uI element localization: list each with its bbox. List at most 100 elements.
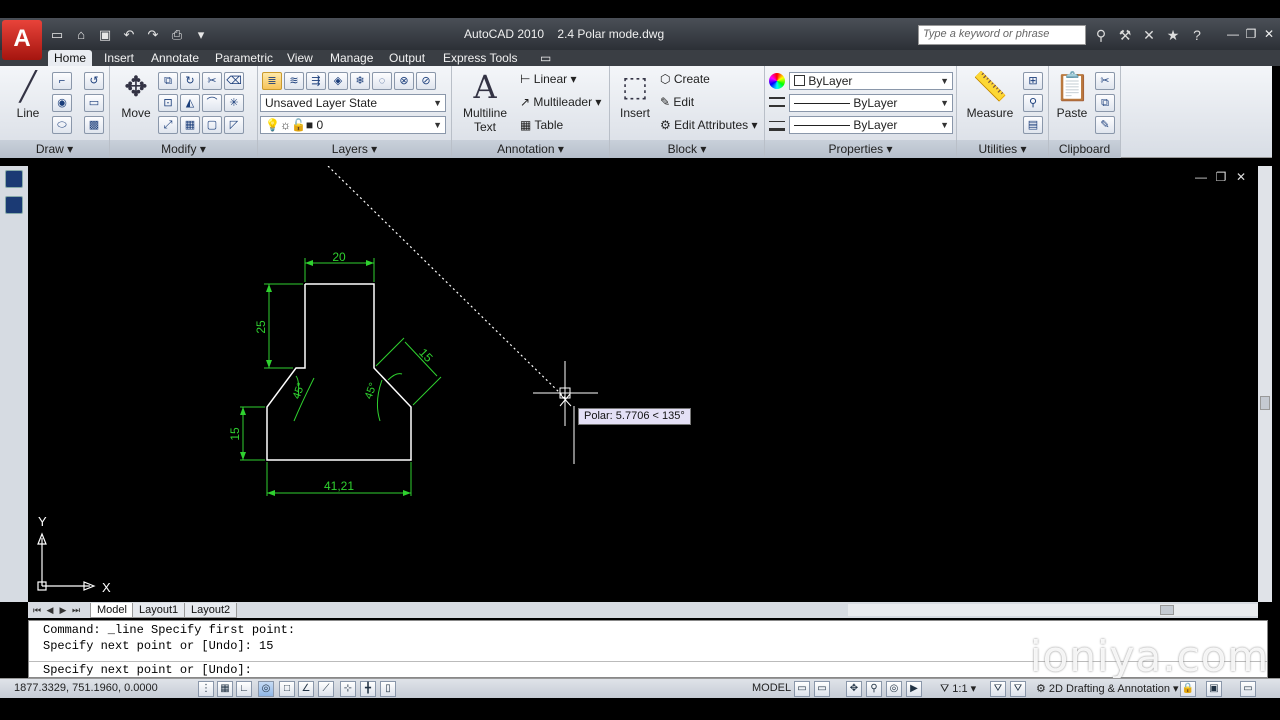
quick-properties-icon[interactable]: ▯ [380, 681, 396, 697]
close-x-icon[interactable]: ✕ [1138, 25, 1160, 45]
prev-layout-icon[interactable]: ◀ [45, 604, 55, 616]
color-dropdown[interactable]: ByLayer ▼ [789, 72, 953, 90]
qat-dropdown-icon[interactable]: ▾ [190, 25, 212, 45]
tab-home[interactable]: Home [48, 50, 93, 66]
dynamic-input-icon[interactable]: ⊹ [340, 681, 356, 697]
insert-block-button[interactable]: ⬚ Insert [616, 70, 654, 120]
application-menu-button[interactable]: A [2, 20, 42, 60]
copy-icon[interactable]: ⧉ [158, 72, 178, 90]
restore-icon[interactable]: ❐ [1244, 25, 1258, 43]
layout-tab-layout2[interactable]: Layout2 [184, 603, 238, 618]
paste-button[interactable]: 📋 Paste [1055, 70, 1090, 120]
explode-icon[interactable]: ✳ [224, 94, 244, 112]
edit-block-button[interactable]: ✎ Edit [660, 95, 694, 109]
tab-output[interactable]: Output [383, 50, 431, 66]
close-window-icon[interactable]: ✕ [1262, 25, 1276, 43]
layers-panel-label[interactable]: Layers ▾ [258, 140, 451, 158]
match-properties-icon[interactable]: ✎ [1095, 116, 1115, 134]
vertical-scroll-thumb[interactable] [1260, 396, 1270, 410]
rotate-arc-icon[interactable]: ↺ [84, 72, 104, 90]
layer-isolate-icon[interactable]: ◈ [328, 72, 348, 90]
tab-annotate[interactable]: Annotate [145, 50, 205, 66]
chamfer-icon[interactable]: ◸ [224, 116, 244, 134]
layout-tab-model[interactable]: Model [90, 603, 134, 618]
lock-icon[interactable]: 🔒 [1180, 681, 1196, 697]
modify-panel-label[interactable]: Modify ▾ [110, 140, 257, 158]
multiline-text-button[interactable]: A Multiline Text [460, 70, 510, 134]
steering-wheel-icon[interactable]: ◎ [886, 681, 902, 697]
vertical-scrollbar[interactable] [1258, 166, 1272, 602]
layer-previous-icon[interactable]: ≋ [284, 72, 304, 90]
snap-mode-icon[interactable]: ⋮ [198, 681, 214, 697]
help-icon[interactable]: ? [1186, 25, 1208, 45]
object-snap-icon[interactable]: □ [279, 681, 295, 697]
edit-attributes-button[interactable]: ⚙ Edit Attributes ▾ [660, 118, 758, 132]
linetype-dropdown[interactable]: ByLayer ▼ [789, 94, 953, 112]
draw-panel-label[interactable]: Draw ▾ [0, 140, 109, 158]
layer-properties-icon[interactable]: ≣ [262, 72, 282, 90]
quick-select-icon[interactable]: ⚲ [1023, 94, 1043, 112]
quick-calc-icon[interactable]: ⊞ [1023, 72, 1043, 90]
undo-icon[interactable]: ↶ [118, 25, 140, 45]
horizontal-scroll-thumb[interactable] [1160, 605, 1174, 615]
erase-icon[interactable]: ⌫ [224, 72, 244, 90]
tab-express-tools[interactable]: Express Tools [437, 50, 523, 66]
drawing-area[interactable]: — ❐ ✕ 20 25 15 41,21 15 45° 45° Y X Pola… [28, 166, 1258, 602]
circle-icon[interactable]: ◉ [52, 94, 72, 112]
annotation-scale[interactable]: ⛛ 1:1 ▾ [940, 682, 976, 696]
hatch-icon[interactable]: ▩ [84, 116, 104, 134]
plot-icon[interactable]: ⎙ [166, 25, 188, 45]
search-input[interactable]: Type a keyword or phrase [918, 25, 1086, 45]
quick-view-layouts-icon[interactable]: ▭ [794, 681, 810, 697]
polar-tracking-icon[interactable]: ◎ [258, 681, 274, 697]
line-button[interactable]: ╱ Line [8, 70, 48, 120]
tab-view[interactable]: View [281, 50, 319, 66]
properties-panel-label[interactable]: Properties ▾ [765, 140, 956, 158]
properties-palette-icon[interactable] [5, 170, 23, 188]
showmotion-icon[interactable]: ▶ [906, 681, 922, 697]
clean-screen-icon[interactable]: ▭ [1240, 681, 1256, 697]
binoculars-icon[interactable]: ⚲ [1090, 25, 1112, 45]
linear-dimension-button[interactable]: ⊢ Linear ▾ [520, 72, 577, 86]
coordinate-readout[interactable]: 1877.3329, 751.1960, 0.0000 [14, 682, 158, 694]
tab-parametric[interactable]: Parametric [209, 50, 279, 66]
array-icon[interactable]: ▦ [180, 116, 200, 134]
layer-state-dropdown[interactable]: Unsaved Layer State ▼ [260, 94, 446, 112]
block-panel-label[interactable]: Block ▾ [610, 140, 764, 158]
layers-palette-icon[interactable] [5, 196, 23, 214]
ribbon-minimize-icon[interactable]: ▭ [534, 50, 557, 66]
lineweight-toggle-icon[interactable]: ╋ [360, 681, 376, 697]
ortho-mode-icon[interactable]: ∟ [236, 681, 252, 697]
fillet-icon[interactable]: ⌒ [202, 94, 222, 112]
quick-view-drawings-icon[interactable]: ▭ [814, 681, 830, 697]
first-layout-icon[interactable]: ⏮ [32, 604, 42, 616]
lineweight-dropdown[interactable]: ByLayer ▼ [789, 116, 953, 134]
ellipse-icon[interactable]: ⬭ [52, 116, 72, 134]
layer-off-icon[interactable]: ◌ [372, 72, 392, 90]
rotate-icon[interactable]: ↻ [180, 72, 200, 90]
minimize-icon[interactable]: — [1226, 25, 1240, 43]
dynamic-ucs-icon[interactable]: ⟋ [318, 681, 334, 697]
redo-icon[interactable]: ↷ [142, 25, 164, 45]
annotation-panel-label[interactable]: Annotation ▾ [452, 140, 609, 158]
layout-tab-layout1[interactable]: Layout1 [132, 603, 186, 618]
stretch-icon[interactable]: ⊡ [158, 94, 178, 112]
hardware-acceleration-icon[interactable]: ▣ [1206, 681, 1222, 697]
polyline-icon[interactable]: ⌐ [52, 72, 72, 90]
open-icon[interactable]: ⌂ [70, 25, 92, 45]
layer-walk-icon[interactable]: ⊘ [416, 72, 436, 90]
layer-match-icon[interactable]: ⇶ [306, 72, 326, 90]
copy-clip-icon[interactable]: ⧉ [1095, 94, 1115, 112]
tools-icon[interactable]: ⚒ [1114, 25, 1136, 45]
auto-scale-icon[interactable]: ⛛ [1010, 681, 1026, 697]
save-icon[interactable]: ▣ [94, 25, 116, 45]
next-layout-icon[interactable]: ▶ [58, 604, 68, 616]
multileader-button[interactable]: ↗ Multileader ▾ [520, 95, 601, 109]
rectangle-icon[interactable]: ▭ [84, 94, 104, 112]
layer-lock-icon[interactable]: ⊗ [394, 72, 414, 90]
object-snap-tracking-icon[interactable]: ∠ [298, 681, 314, 697]
cut-icon[interactable]: ✂ [1095, 72, 1115, 90]
move-button[interactable]: ✥ Move [116, 70, 156, 120]
pan-icon[interactable]: ✥ [846, 681, 862, 697]
favorites-star-icon[interactable]: ★ [1162, 25, 1184, 45]
